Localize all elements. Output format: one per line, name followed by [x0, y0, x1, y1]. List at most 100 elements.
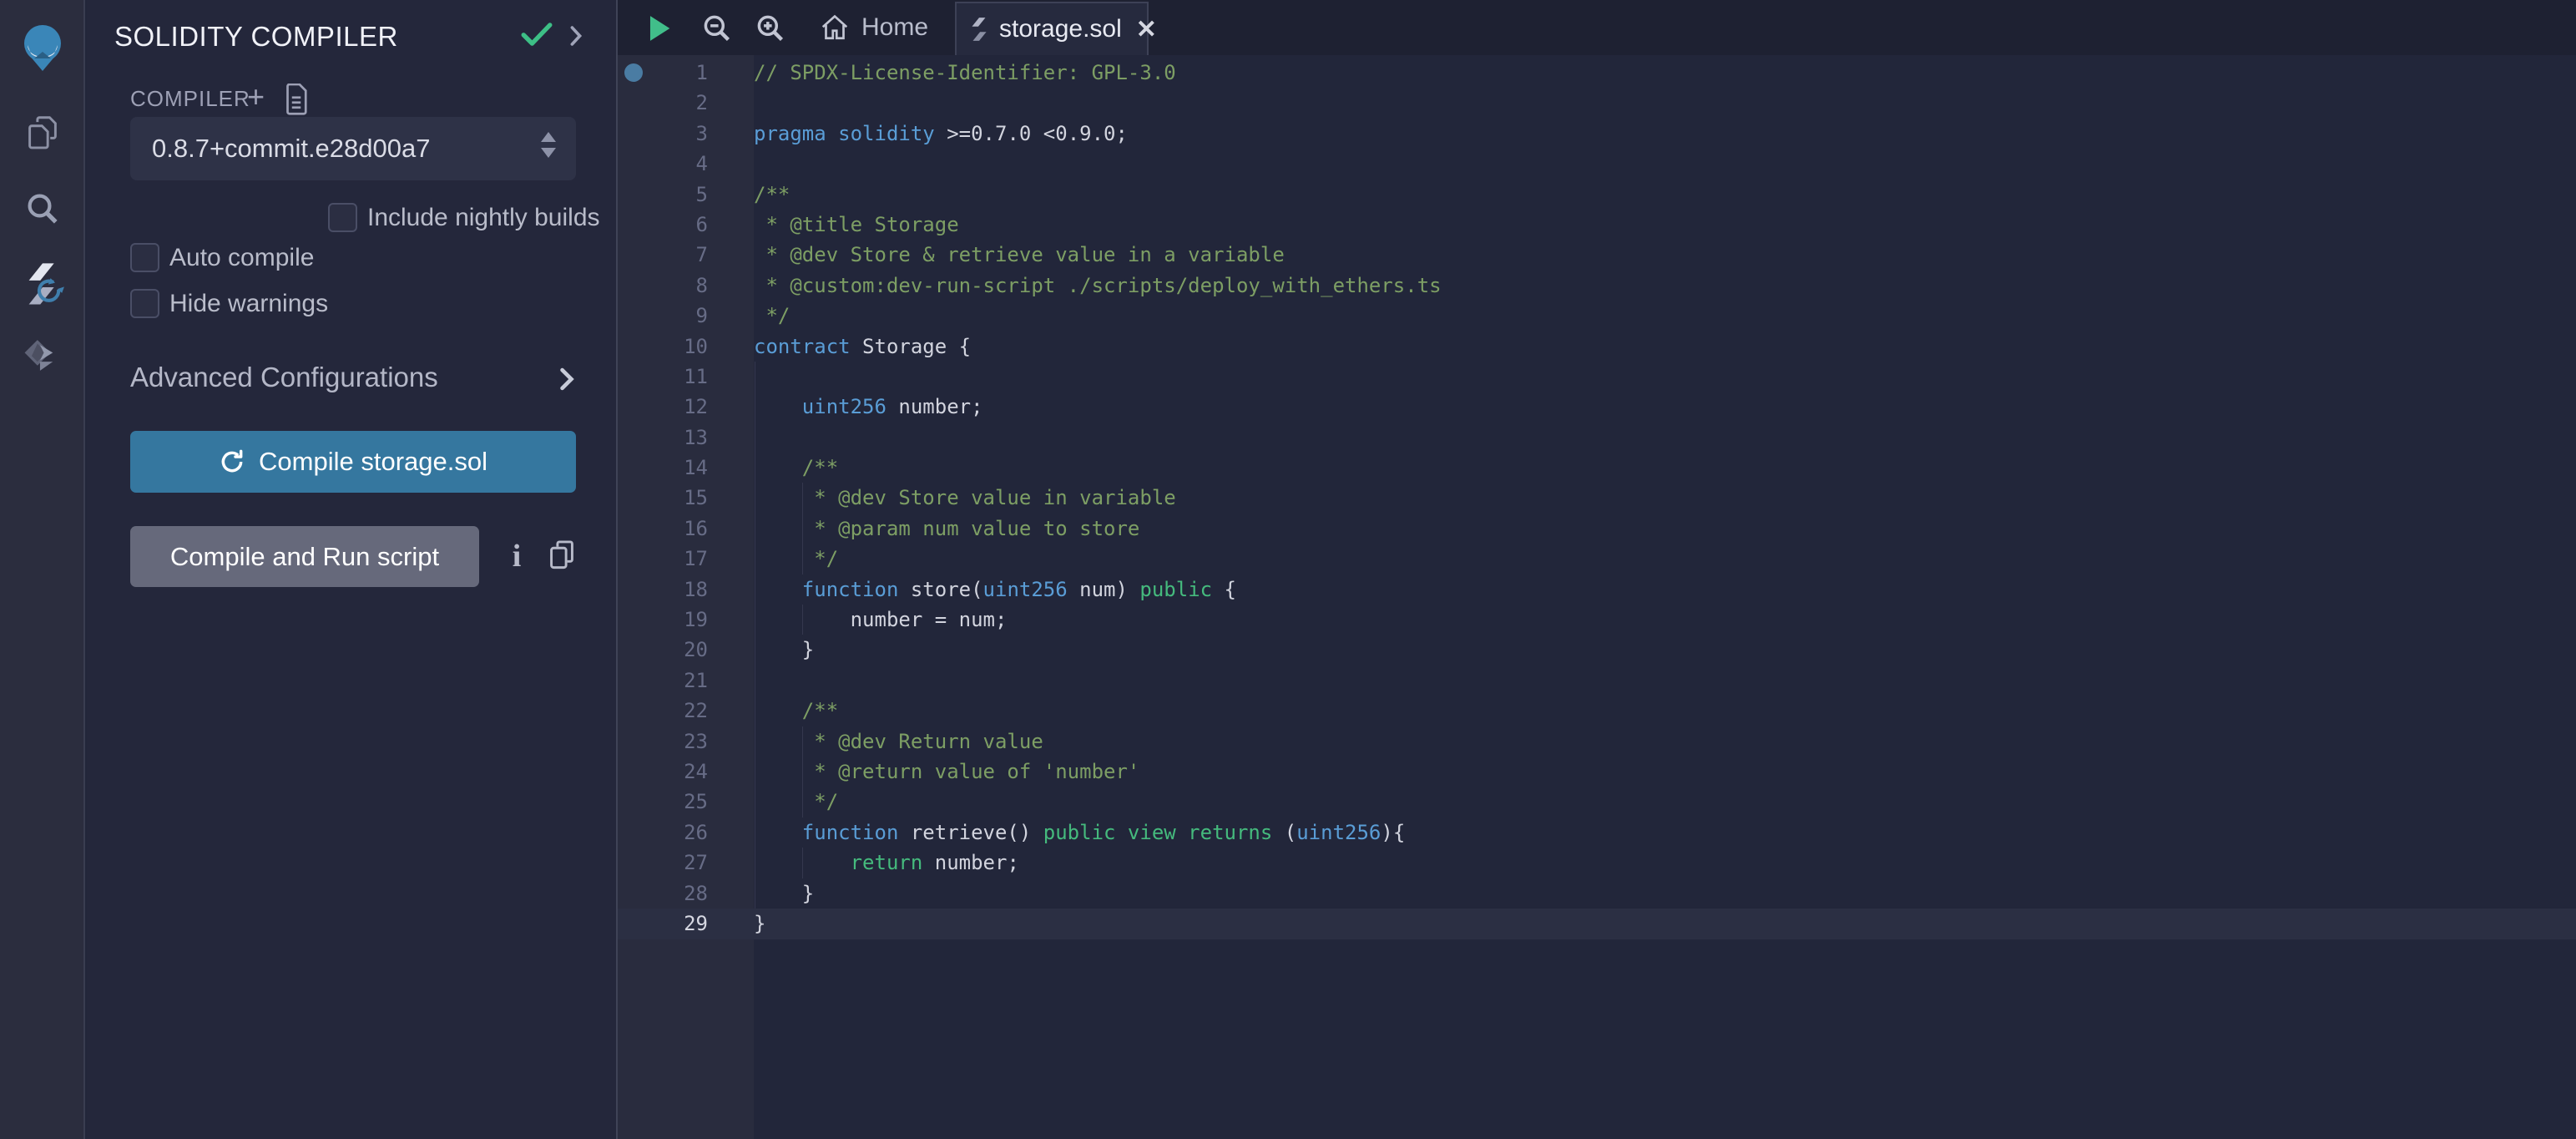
tab-home-label: Home [861, 13, 928, 42]
code-line: */ [754, 301, 2576, 331]
check-icon [521, 22, 553, 47]
line-number: 21 [618, 666, 708, 696]
solidity-compiler-icon[interactable] [0, 262, 85, 309]
code-line: // SPDX-License-Identifier: GPL-3.0 [754, 58, 2576, 88]
line-number: 20 [618, 635, 708, 665]
zoom-out-icon[interactable] [701, 13, 733, 44]
code-line: * @return value of 'number' [754, 757, 2576, 787]
line-number: 15 [618, 483, 708, 513]
panel-divider[interactable] [616, 0, 618, 1139]
home-icon [820, 13, 850, 43]
code-line [754, 88, 2576, 118]
code-line: } [754, 635, 2576, 665]
line-number: 29 [618, 909, 708, 939]
code-line: pragma solidity >=0.7.0 <0.9.0; [754, 119, 2576, 149]
code-line: * @title Storage [754, 210, 2576, 240]
line-number: 6 [618, 210, 708, 240]
code-line: * @custom:dev-run-script ./scripts/deplo… [754, 271, 2576, 301]
code-line [754, 149, 2576, 179]
deploy-run-icon[interactable] [0, 336, 85, 377]
nightly-builds-label: Include nightly builds [367, 204, 600, 232]
indent-guide [802, 544, 803, 574]
line-number: 10 [618, 332, 708, 362]
line-number: 9 [618, 301, 708, 331]
search-icon[interactable] [0, 189, 85, 229]
indent-guide [802, 787, 803, 817]
compiler-version-value: 0.8.7+commit.e28d00a7 [152, 117, 430, 180]
document-icon[interactable] [284, 84, 309, 115]
copy-icon[interactable] [548, 539, 576, 571]
line-number: 1 [618, 58, 708, 88]
line-number: 3 [618, 119, 708, 149]
code-line [754, 666, 2576, 696]
run-script-icon[interactable] [648, 14, 673, 43]
chevron-right-icon[interactable] [569, 25, 583, 47]
indent-guide [802, 514, 803, 544]
code-editor[interactable]: 1234567891011121314151617181920212223242… [618, 55, 2576, 1139]
close-tab-icon[interactable]: ✕ [1136, 15, 1157, 44]
advanced-configurations-label[interactable]: Advanced Configurations [130, 362, 438, 393]
compile-and-run-button[interactable]: Compile and Run script [130, 526, 479, 587]
line-number: 24 [618, 757, 708, 787]
line-numbers: 1234567891011121314151617181920212223242… [618, 58, 708, 939]
code-line: } [754, 909, 2576, 939]
remix-logo[interactable] [0, 23, 85, 73]
select-stepper-icon [541, 132, 556, 158]
code-line: number = num; [754, 605, 2576, 635]
info-icon[interactable]: i [503, 538, 531, 575]
line-number: 23 [618, 726, 708, 757]
code-lines[interactable]: // SPDX-License-Identifier: GPL-3.0 pragm… [754, 58, 2576, 939]
nightly-builds-checkbox[interactable] [328, 203, 357, 232]
indent-guide [802, 848, 803, 878]
line-number: 17 [618, 544, 708, 574]
compiler-version-select[interactable]: 0.8.7+commit.e28d00a7 [130, 117, 576, 180]
code-line: * @param num value to store [754, 514, 2576, 544]
hide-warnings-label: Hide warnings [169, 290, 328, 318]
code-line: */ [754, 787, 2576, 817]
code-line: function store(uint256 num) public { [754, 575, 2576, 605]
solidity-compiler-panel: SOLIDITY COMPILER COMPILER + 0.8.7+commi… [87, 0, 616, 1139]
auto-compile-checkbox[interactable] [130, 243, 159, 272]
compile-button-label: Compile storage.sol [259, 447, 487, 477]
auto-compile-label: Auto compile [169, 244, 314, 272]
activity-bar [0, 0, 85, 1139]
compiler-section-label: COMPILER [130, 86, 250, 112]
line-number: 5 [618, 180, 708, 210]
add-compiler-icon[interactable]: + [247, 82, 265, 112]
code-line: uint256 number; [754, 392, 2576, 422]
line-number: 25 [618, 787, 708, 817]
line-number: 2 [618, 88, 708, 118]
indent-guide [802, 726, 803, 757]
code-line: * @dev Store value in variable [754, 483, 2576, 513]
tab-storage-label: storage.sol [999, 15, 1122, 43]
indent-guide [802, 605, 803, 635]
line-number: 27 [618, 848, 708, 878]
code-line: return number; [754, 848, 2576, 878]
line-number: 11 [618, 362, 708, 392]
hide-warnings-checkbox[interactable] [130, 289, 159, 318]
tab-storage-sol[interactable]: storage.sol ✕ [955, 2, 1149, 55]
remix-ide: SOLIDITY COMPILER COMPILER + 0.8.7+commi… [0, 0, 2576, 1139]
advanced-chevron-icon[interactable] [559, 367, 574, 391]
editor-area: Home storage.sol ✕ 123456789101112131415… [618, 0, 2576, 1139]
line-number: 7 [618, 240, 708, 270]
line-number: 4 [618, 149, 708, 179]
line-number: 19 [618, 605, 708, 635]
code-line: /** [754, 453, 2576, 483]
line-number: 8 [618, 271, 708, 301]
code-line: * @dev Return value [754, 726, 2576, 757]
code-line: } [754, 878, 2576, 909]
line-number: 22 [618, 696, 708, 726]
line-number: 26 [618, 818, 708, 848]
code-line [754, 362, 2576, 392]
line-number: 28 [618, 878, 708, 909]
code-line: /** [754, 180, 2576, 210]
file-explorer-icon[interactable] [0, 114, 85, 154]
compile-button[interactable]: Compile storage.sol [130, 431, 576, 493]
code-line: /** [754, 696, 2576, 726]
tab-home[interactable]: Home [805, 0, 943, 55]
zoom-in-icon[interactable] [755, 13, 786, 44]
indent-guide [802, 483, 803, 513]
refresh-icon [219, 448, 245, 475]
editor-tabbar: Home storage.sol ✕ [618, 0, 2576, 55]
